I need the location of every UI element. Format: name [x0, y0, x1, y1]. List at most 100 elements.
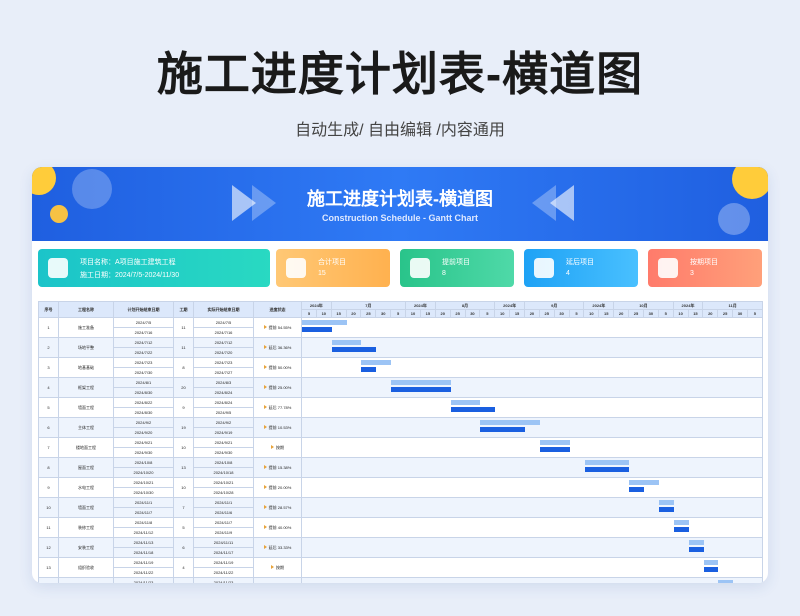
stat-label: 按期项目	[690, 259, 718, 266]
day-header: 25	[360, 309, 377, 318]
task-name: 安装工程	[58, 537, 114, 558]
day-header: 15	[330, 309, 347, 318]
month-header: 10月	[613, 301, 674, 310]
status-pct: 40.00%	[277, 524, 292, 530]
day-header: 5	[568, 309, 585, 318]
gantt-cell	[301, 477, 763, 498]
day-header: 15	[598, 309, 615, 318]
status-cell: 按期	[253, 437, 302, 458]
flag-icon	[263, 365, 267, 370]
flag-icon	[263, 505, 267, 510]
real-start: 2024/10/8	[193, 457, 254, 468]
gantt-cell	[301, 357, 763, 378]
day-header: 20	[523, 309, 540, 318]
flag-icon	[263, 485, 267, 490]
task-name: 地基基础	[58, 357, 114, 378]
real-start: 2024/11/7	[193, 517, 254, 528]
actual-bar	[480, 427, 526, 432]
duration: 19	[173, 417, 194, 438]
real-start: 2024/8/24	[193, 397, 254, 408]
real-end: 2024/7/16	[193, 327, 254, 338]
month-header: 7月	[330, 301, 407, 310]
table-row: 6 主体工程 2024/9/2 19 2024/9/2 提前 10.53%	[38, 417, 763, 438]
day-header: 10	[583, 309, 600, 318]
actual-bar	[331, 347, 377, 352]
status-pct: 28.57%	[277, 504, 292, 510]
calendar-check-icon	[410, 258, 430, 278]
bar-chart-icon	[286, 258, 306, 278]
day-header: 5	[657, 309, 674, 318]
plan-bar	[718, 580, 734, 583]
day-header: 5	[301, 309, 317, 318]
page-title: 施工进度计划表-横道图	[156, 48, 644, 100]
actual-bar	[302, 327, 332, 332]
row-number: 7	[38, 437, 59, 458]
actual-bar	[539, 447, 570, 452]
plan-end: 2024/10/30	[113, 487, 174, 498]
gantt-cell	[301, 317, 763, 338]
plan-end: 2024/8/30	[113, 407, 174, 418]
column-header: 工期	[173, 301, 194, 318]
duration: 8	[173, 357, 194, 378]
plan-start: 2024/11/23	[113, 577, 174, 583]
day-header: 10	[494, 309, 511, 318]
day-header: 30	[642, 309, 659, 318]
plan-start: 2024/9/2	[113, 417, 174, 428]
table-row: 1 施工准备 2024/7/5 11 2024/7/5 提前 54.55%	[38, 317, 763, 338]
status-cell: 延后 33.33%	[253, 537, 302, 558]
status-cell: 提前 15.38%	[253, 457, 302, 478]
column-header: 序号	[38, 301, 59, 318]
status-cell: 提前 50.00%	[253, 357, 302, 378]
row-number: 5	[38, 397, 59, 418]
shield-check-icon	[658, 258, 678, 278]
plan-end: 2024/11/12	[113, 527, 174, 538]
table-row: 5 墙面工程 2024/8/22 9 2024/8/24 延后 77.78%	[38, 397, 763, 418]
banner-title: 施工进度计划表-横道图	[307, 189, 493, 209]
duration: 11	[173, 337, 194, 358]
real-start: 2024/9/21	[193, 437, 254, 448]
gantt-cell	[301, 517, 763, 538]
actual-bar	[673, 527, 689, 532]
gantt-cell	[301, 457, 763, 478]
plan-end: 2024/7/22	[113, 347, 174, 358]
real-end: 2024/7/20	[193, 347, 254, 358]
plan-start: 2024/11/8	[113, 517, 174, 528]
row-number: 9	[38, 477, 59, 498]
column-header: 计划开始结束日期	[113, 301, 174, 318]
gantt-cell	[301, 537, 763, 558]
plan-end: 2024/11/22	[113, 567, 174, 578]
banner: 施工进度计划表-横道图 Construction Schedule - Gant…	[32, 167, 768, 241]
stat-card: 提前项目 8	[400, 249, 514, 287]
stat-value: 3	[690, 270, 694, 277]
plan-bar	[629, 480, 659, 485]
actual-bar	[629, 487, 645, 492]
status-cell: 提前 25.00%	[253, 377, 302, 398]
day-header: 25	[628, 309, 644, 318]
real-start: 2024/11/19	[193, 557, 254, 568]
real-end: 2024/9/19	[193, 427, 254, 438]
project-name-label: 项目名称：	[80, 259, 115, 266]
day-header: 15	[509, 309, 525, 318]
month-header: 9月	[523, 301, 585, 310]
duration: 5	[173, 517, 194, 538]
gantt-cell	[301, 437, 763, 458]
row-number: 3	[38, 357, 59, 378]
status-cell: 提前 54.55%	[253, 317, 302, 338]
real-start: 2024/11/1	[193, 497, 254, 508]
actual-bar	[450, 407, 496, 412]
plan-bar	[703, 560, 719, 565]
stat-value: 8	[442, 270, 446, 277]
task-name: 墙面工程	[58, 397, 114, 418]
day-header: 10	[315, 309, 332, 318]
status-text: 提前	[268, 524, 277, 530]
month-header: 2024年	[583, 301, 615, 310]
real-start: 2024/7/5	[193, 317, 254, 328]
real-end: 2024/10/28	[193, 487, 254, 498]
duration: 9	[173, 397, 194, 418]
actual-bar	[361, 367, 377, 372]
plan-end: 2024/7/30	[113, 367, 174, 378]
day-header: 20	[613, 309, 630, 318]
real-start: 2024/7/12	[193, 337, 254, 348]
flag-icon	[263, 385, 267, 390]
document-icon	[48, 258, 68, 278]
